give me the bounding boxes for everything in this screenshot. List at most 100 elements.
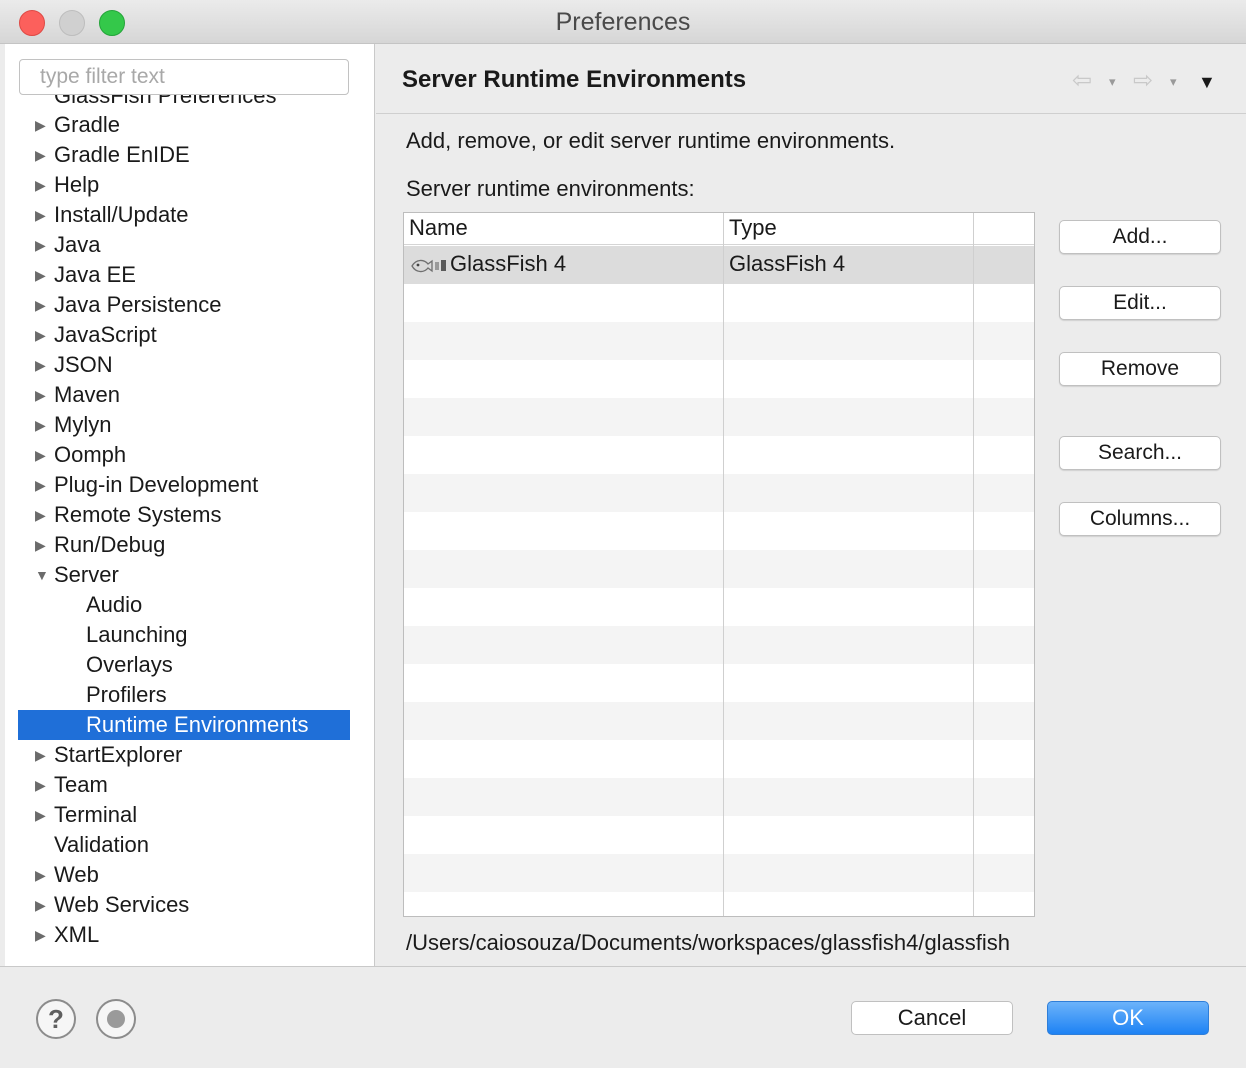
tree-item-label: Help <box>54 172 100 197</box>
tree-item-glassfish-preferences[interactable]: GlassFish Preferences <box>5 95 374 110</box>
ok-button[interactable]: OK <box>1047 1001 1209 1035</box>
page-title: Server Runtime Environments <box>402 66 747 93</box>
runtime-environments-table[interactable]: Name Type GlassFish 4 GlassFish 4 <box>403 212 1035 917</box>
table-row <box>404 740 1034 778</box>
expand-arrow-icon[interactable]: ▶ <box>35 860 51 890</box>
table-row <box>404 550 1034 588</box>
expand-arrow-icon[interactable]: ▶ <box>35 170 51 200</box>
expand-arrow-icon[interactable]: ▶ <box>35 770 51 800</box>
expand-arrow-icon[interactable]: ▶ <box>35 890 51 920</box>
column-divider[interactable] <box>723 213 724 916</box>
tree-item-java[interactable]: ▶ Java <box>5 230 374 260</box>
tree-item-web[interactable]: ▶ Web <box>5 860 374 890</box>
tree-item-label: Plug-in Development <box>54 472 259 497</box>
expand-arrow-icon[interactable]: ▶ <box>35 800 51 830</box>
help-icon[interactable]: ? <box>36 999 76 1039</box>
tree-item-json[interactable]: ▶ JSON <box>5 350 374 380</box>
columns-button[interactable]: Columns... <box>1059 502 1221 536</box>
tree-item-label: Web Services <box>54 892 190 917</box>
tree-item-remote-systems[interactable]: ▶ Remote Systems <box>5 500 374 530</box>
tree-item-plug-in-development[interactable]: ▶ Plug-in Development <box>5 470 374 500</box>
tree-item-terminal[interactable]: ▶ Terminal <box>5 800 374 830</box>
table-row <box>404 778 1034 816</box>
expand-arrow-icon[interactable]: ▶ <box>35 140 51 170</box>
tree-item-team[interactable]: ▶ Team <box>5 770 374 800</box>
tree-item-mylyn[interactable]: ▶ Mylyn <box>5 410 374 440</box>
expand-arrow-icon[interactable]: ▶ <box>35 110 51 140</box>
cancel-button[interactable]: Cancel <box>851 1001 1013 1035</box>
search-button[interactable]: Search... <box>1059 436 1221 470</box>
filter-input[interactable] <box>19 59 349 95</box>
page-description: Add, remove, or edit server runtime envi… <box>406 128 896 153</box>
table-row[interactable]: GlassFish 4 GlassFish 4 <box>404 246 1034 284</box>
tree-item-gradle[interactable]: ▶ Gradle <box>5 110 374 140</box>
runtime-name: GlassFish 4 <box>450 251 567 276</box>
table-row <box>404 512 1034 550</box>
tree-item-label: Validation <box>54 832 149 857</box>
view-menu-icon[interactable]: ▼ <box>1198 72 1216 93</box>
tree-item-validation[interactable]: Validation <box>5 830 374 860</box>
tree-item-server-runtime-environments[interactable]: Runtime Environments <box>18 710 350 740</box>
expand-arrow-icon[interactable]: ▶ <box>35 740 51 770</box>
expand-arrow-icon[interactable]: ▶ <box>35 260 51 290</box>
expand-arrow-icon[interactable]: ▶ <box>35 440 51 470</box>
tree-item-label: Web <box>54 862 99 887</box>
tree-item-javascript[interactable]: ▶ JavaScript <box>5 320 374 350</box>
expand-arrow-icon[interactable]: ▶ <box>35 920 51 950</box>
runtime-type: GlassFish 4 <box>729 251 846 276</box>
tree-item-oomph[interactable]: ▶ Oomph <box>5 440 374 470</box>
tree-item-label: Launching <box>86 622 188 647</box>
expand-arrow-icon[interactable]: ▶ <box>35 350 51 380</box>
runtime-list-label: Server runtime environments: <box>406 176 695 201</box>
tree-item-run-debug[interactable]: ▶ Run/Debug <box>5 530 374 560</box>
tree-item-server-audio[interactable]: Audio <box>5 590 374 620</box>
expand-arrow-icon[interactable]: ▶ <box>35 530 51 560</box>
tree-item-label: Overlays <box>86 652 173 677</box>
tree-item-web-services[interactable]: ▶ Web Services <box>5 890 374 920</box>
table-row <box>404 854 1034 892</box>
add-button[interactable]: Add... <box>1059 220 1221 254</box>
expand-arrow-icon[interactable]: ▶ <box>35 230 51 260</box>
tree-item-server-overlays[interactable]: Overlays <box>5 650 374 680</box>
tree-item-server-launching[interactable]: Launching <box>5 620 374 650</box>
tree-item-install-update[interactable]: ▶ Install/Update <box>5 200 374 230</box>
column-header-name[interactable]: Name <box>409 215 468 241</box>
tree-item-xml[interactable]: ▶ XML <box>5 920 374 950</box>
tree-item-startexplorer[interactable]: ▶ StartExplorer <box>5 740 374 770</box>
tree-item-label: GlassFish Preferences <box>54 95 277 108</box>
forward-dropdown-icon[interactable]: ▾ <box>1170 74 1177 90</box>
tree-item-server[interactable]: ▼ Server <box>5 560 374 590</box>
tree-item-java-ee[interactable]: ▶ Java EE <box>5 260 374 290</box>
expand-arrow-icon[interactable]: ▶ <box>35 410 51 440</box>
expand-arrow-icon[interactable]: ▶ <box>35 200 51 230</box>
back-arrow-icon[interactable]: ⇦ <box>1072 66 1092 95</box>
glassfish-server-icon <box>411 259 446 273</box>
remove-button[interactable]: Remove <box>1059 352 1221 386</box>
tree-item-java-persistence[interactable]: ▶ Java Persistence <box>5 290 374 320</box>
forward-arrow-icon[interactable]: ⇨ <box>1133 66 1153 95</box>
column-divider[interactable] <box>973 213 974 916</box>
tree-item-maven[interactable]: ▶ Maven <box>5 380 374 410</box>
tree-item-label: StartExplorer <box>54 742 183 767</box>
tree-item-label: Run/Debug <box>54 532 166 557</box>
window-title: Preferences <box>555 8 691 36</box>
expand-arrow-icon[interactable]: ▶ <box>35 500 51 530</box>
expand-arrow-icon[interactable]: ▶ <box>35 290 51 320</box>
edit-button[interactable]: Edit... <box>1059 286 1221 320</box>
tree-item-gradle-enide[interactable]: ▶ Gradle EnIDE <box>5 140 374 170</box>
expand-arrow-icon[interactable]: ▶ <box>35 320 51 350</box>
expand-arrow-icon[interactable]: ▶ <box>35 380 51 410</box>
tree-item-label: JavaScript <box>54 322 157 347</box>
column-header-type[interactable]: Type <box>729 215 777 241</box>
tree-item-server-profilers[interactable]: Profilers <box>5 680 374 710</box>
tree-item-label: Java EE <box>54 262 136 287</box>
collapse-arrow-icon[interactable]: ▼ <box>35 560 51 590</box>
tree-item-label: Gradle <box>54 112 121 137</box>
import-export-icon[interactable] <box>96 999 136 1039</box>
tree-item-help[interactable]: ▶ Help <box>5 170 374 200</box>
expand-arrow-icon[interactable]: ▶ <box>35 470 51 500</box>
dialog-footer: ? Cancel OK <box>0 966 1246 1068</box>
preferences-tree: GlassFish Preferences ▶ Gradle ▶ Gradle … <box>5 95 374 950</box>
table-row <box>404 664 1034 702</box>
back-dropdown-icon[interactable]: ▾ <box>1109 74 1116 90</box>
